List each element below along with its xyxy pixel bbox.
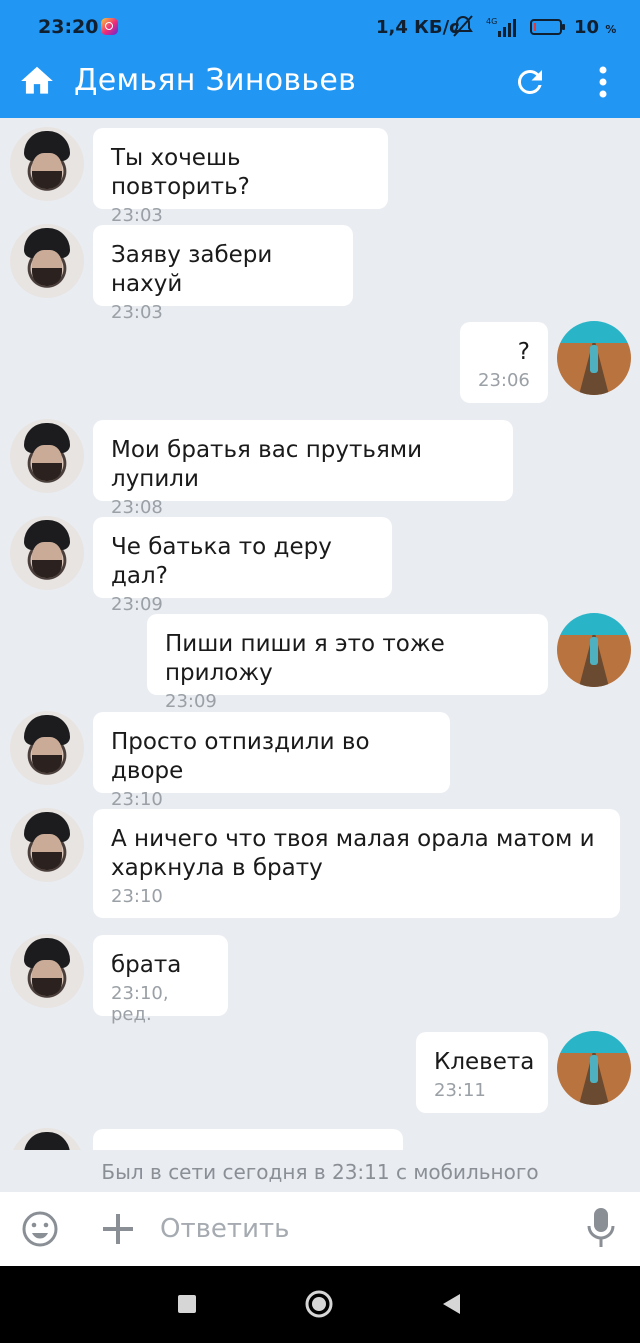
last-seen-status: Был в сети сегодня в 23:11 с мобильного — [0, 1152, 640, 1192]
network-speed: 1,4 КБ/с — [376, 17, 460, 38]
contact-avatar[interactable] — [10, 808, 84, 882]
message-text: Пиши пиши я это тоже приложу — [165, 631, 445, 686]
alarm-off-icon — [452, 14, 474, 43]
message-text: Просто отпиздили во дворе — [111, 729, 370, 784]
message-text: Че батька то деру дал? — [111, 534, 332, 589]
plus-icon[interactable] — [100, 1209, 136, 1249]
message-time: 23:06 — [478, 370, 530, 391]
message-time: 23:03 — [111, 302, 163, 323]
message-bubble[interactable]: Че батька то деру дал? 23:09 — [93, 517, 392, 615]
contact-avatar[interactable] — [10, 516, 84, 590]
instagram-notification-icon — [101, 18, 118, 35]
message-text: Ты хочешь повторить? — [111, 145, 250, 200]
message-bubble[interactable]: Мои братья вас прутьями лупили 23:08 — [93, 420, 513, 518]
message-bubble[interactable]: Заяву забери нахуй 23:03 — [93, 225, 353, 323]
contact-avatar[interactable] — [10, 934, 84, 1008]
status-time: 23:20 — [38, 16, 99, 38]
message-bubble[interactable]: Клевета 23:11 — [416, 1032, 548, 1113]
recents-square-icon[interactable] — [178, 1295, 196, 1313]
message-time: 23:09 — [165, 691, 217, 712]
message-time: 23:10, ред. — [111, 983, 169, 1025]
message-bubble[interactable]: брата 23:10, ред. — [93, 935, 228, 1025]
battery-level-fill — [534, 23, 536, 31]
message-time: 23:10 — [111, 886, 163, 907]
message-text: Клевета — [434, 1049, 535, 1075]
message-list[interactable]: Ты хочешь повторить? 23:03 Заяву забери … — [0, 118, 640, 1150]
message-bubble[interactable]: А ничего что твоя малая орала матом и ха… — [93, 809, 620, 918]
message-bubble[interactable]: Ты хочешь повторить? 23:03 — [93, 128, 388, 226]
message-time: 23:03 — [111, 205, 163, 226]
battery-percent: 10 % — [574, 17, 617, 38]
more-vert-icon[interactable] — [588, 64, 618, 100]
my-avatar[interactable] — [557, 321, 631, 395]
app-bar: Демьян Зиновьев — [0, 46, 640, 118]
svg-text:4G: 4G — [486, 17, 497, 26]
battery-icon — [530, 19, 565, 35]
contact-avatar[interactable] — [10, 711, 84, 785]
home-circle-icon[interactable] — [305, 1290, 333, 1318]
message-text: Заяву забери нахуй — [111, 242, 273, 297]
contact-avatar[interactable] — [10, 127, 84, 201]
my-avatar[interactable] — [557, 613, 631, 687]
message-bubble[interactable]: Пиши пиши я это тоже приложу 23:09 — [147, 614, 548, 712]
contact-avatar[interactable] — [10, 419, 84, 493]
mic-icon[interactable] — [586, 1206, 616, 1250]
message-time: 23:11 — [434, 1080, 486, 1101]
message-time: 23:08 — [111, 497, 163, 518]
contact-avatar[interactable] — [10, 1128, 84, 1150]
message-text: А ничего что твоя малая орала матом и ха… — [111, 826, 595, 881]
chat-title: Демьян Зиновьев — [74, 63, 357, 98]
home-icon[interactable] — [18, 62, 56, 100]
status-bar: 23:20 1,4 КБ/с 4G 10 % — [0, 0, 640, 46]
reply-input[interactable] — [160, 1208, 560, 1250]
contact-avatar[interactable] — [10, 224, 84, 298]
message-time: 23:10 — [111, 789, 163, 810]
message-text: ? — [517, 339, 530, 365]
message-time: 23:09 — [111, 594, 163, 615]
refresh-icon[interactable] — [512, 64, 548, 100]
message-text: Мои братья вас прутьями лупили — [111, 437, 423, 492]
message-bubble[interactable]: ? 23:06 — [460, 322, 548, 403]
back-triangle-icon[interactable] — [440, 1292, 462, 1316]
message-bubble[interactable] — [93, 1129, 403, 1150]
my-avatar[interactable] — [557, 1031, 631, 1105]
signal-icon: 4G — [486, 16, 518, 38]
emoji-icon[interactable] — [20, 1209, 60, 1249]
message-bubble[interactable]: Просто отпиздили во дворе 23:10 — [93, 712, 450, 810]
message-composer — [0, 1192, 640, 1266]
system-nav-bar — [0, 1266, 640, 1343]
message-text: брата — [111, 952, 182, 978]
